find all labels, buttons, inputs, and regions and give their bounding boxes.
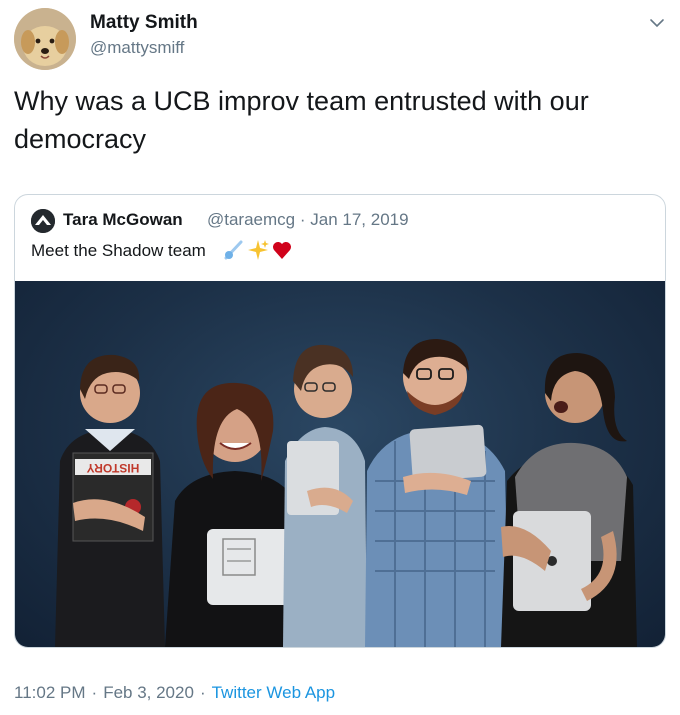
tweet-text: Why was a UCB improv team entrusted with… bbox=[14, 86, 589, 154]
tweet-time[interactable]: 11:02 PM bbox=[14, 683, 86, 702]
history-book-title: HISTORY bbox=[87, 461, 140, 475]
tweet-source-link[interactable]: Twitter Web App bbox=[212, 683, 335, 702]
person-3 bbox=[283, 344, 367, 647]
footer-separator: · bbox=[199, 683, 206, 702]
quoted-author-avatar[interactable] bbox=[31, 209, 55, 233]
author-name[interactable]: Matty Smith bbox=[90, 12, 198, 34]
quoted-date: Jan 17, 2019 bbox=[310, 210, 409, 229]
tweet-date[interactable]: Feb 3, 2020 bbox=[103, 683, 194, 702]
person-1: HISTORY bbox=[55, 354, 165, 647]
chevron-down-icon[interactable] bbox=[648, 14, 666, 32]
red-heart-icon bbox=[273, 242, 291, 259]
comet-icon bbox=[224, 240, 243, 260]
footer-separator: · bbox=[91, 683, 98, 702]
author-avatar[interactable] bbox=[14, 8, 76, 70]
person-5 bbox=[501, 353, 637, 647]
quoted-avatar-image bbox=[31, 209, 55, 233]
author-handle[interactable]: @mattysmiff bbox=[90, 38, 184, 58]
tweet-card: Matty Smith @mattysmiff Why was a UCB im… bbox=[0, 0, 680, 715]
tweet-footer: 11:02 PM · Feb 3, 2020 · Twitter Web App bbox=[14, 683, 335, 703]
person-4 bbox=[365, 339, 509, 647]
quoted-text: Meet the Shadow team bbox=[31, 241, 206, 260]
quoted-separator: · bbox=[299, 210, 306, 229]
quoted-author-name: Tara McGowan bbox=[63, 210, 183, 229]
sparkles-icon bbox=[248, 240, 269, 260]
person-2 bbox=[165, 382, 303, 647]
quoted-meta: @taraemcg · Jan 17, 2019 bbox=[207, 210, 409, 230]
quoted-tweet[interactable]: Tara McGowan @taraemcg · Jan 17, 2019 Me… bbox=[14, 194, 666, 648]
team-photo: HISTORY bbox=[55, 339, 637, 647]
dog-avatar-image bbox=[14, 8, 76, 70]
quoted-photo[interactable]: HISTORY bbox=[15, 281, 665, 647]
quoted-author-handle: @taraemcg bbox=[207, 210, 296, 229]
